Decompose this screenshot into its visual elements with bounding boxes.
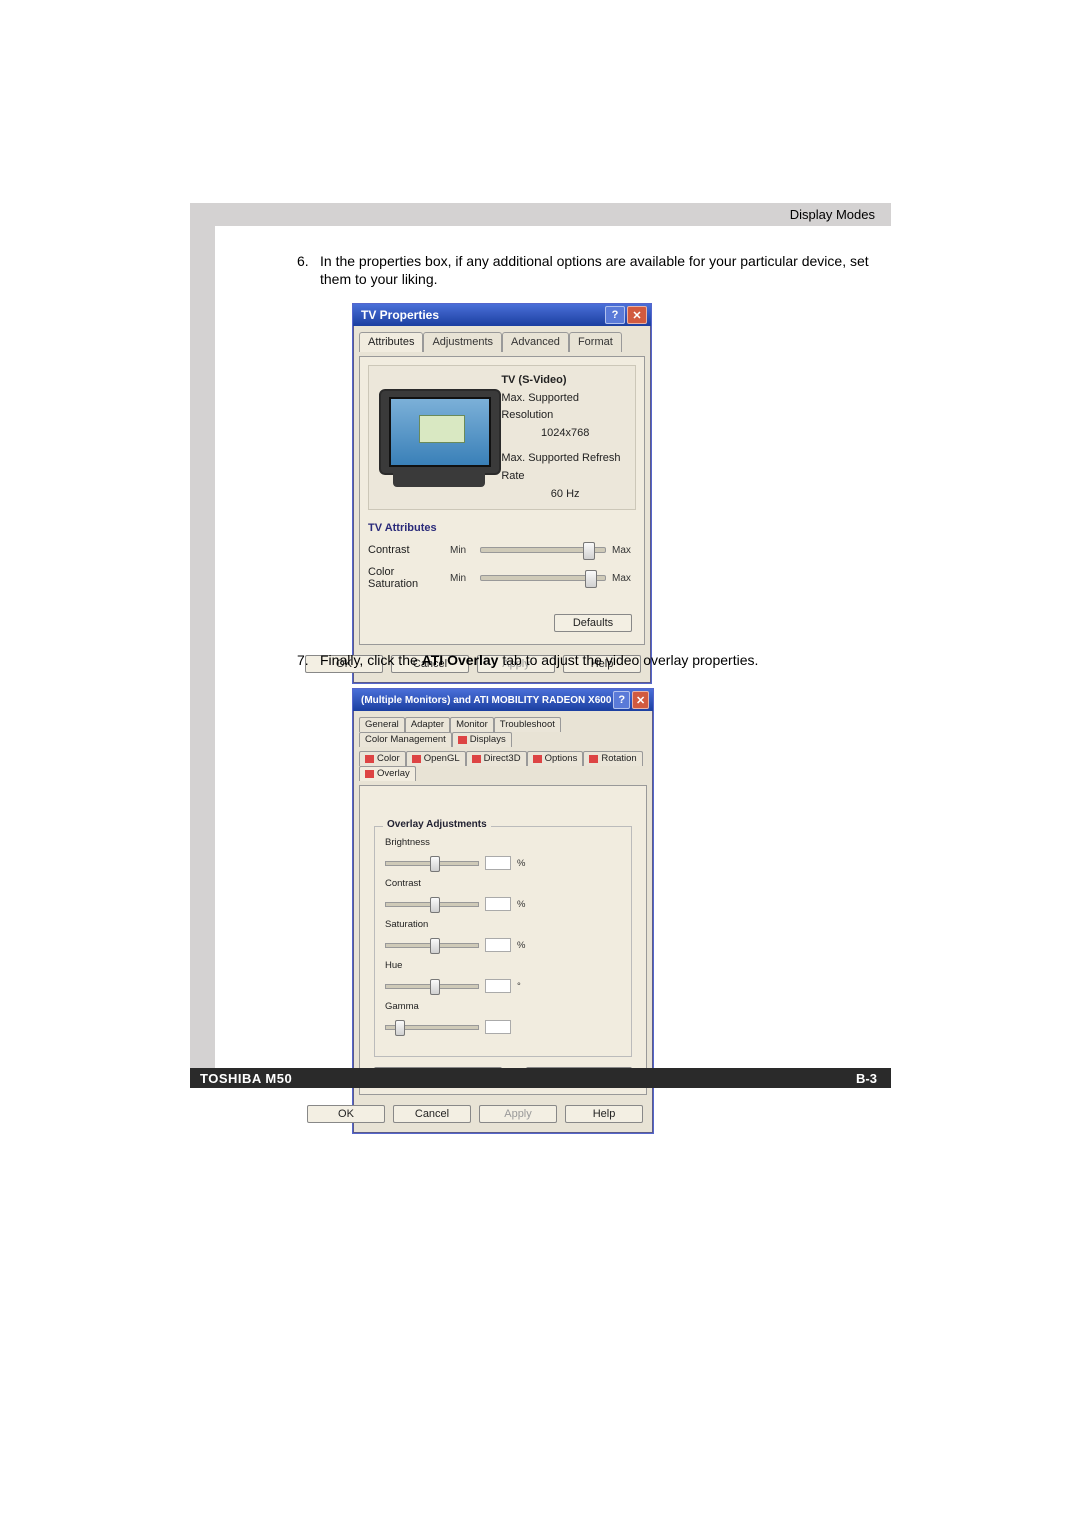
ati-titlebar[interactable]: (Multiple Monitors) and ATI MOBILITY RAD… xyxy=(353,689,653,711)
max-refresh-label: Max. Supported Refresh Rate xyxy=(501,450,629,485)
saturation-label: Color Saturation xyxy=(368,566,444,590)
tv-attributes-section-label: TV Attributes xyxy=(368,522,636,534)
tab-format[interactable]: Format xyxy=(569,332,622,352)
contrast-slider[interactable] xyxy=(480,547,606,553)
ati-help-button[interactable]: Help xyxy=(565,1105,643,1123)
step7-prefix: Finally, click the xyxy=(320,652,422,668)
step6-text: In the properties box, if any additional… xyxy=(320,253,880,288)
hue-value[interactable] xyxy=(485,979,511,993)
hue-unit: ° xyxy=(517,981,525,992)
help-icon[interactable]: ? xyxy=(613,691,630,709)
help-icon[interactable]: ? xyxy=(605,306,625,324)
ati-logo-icon xyxy=(365,770,374,778)
tab-direct3d[interactable]: Direct3D xyxy=(466,751,527,766)
left-gutter xyxy=(190,203,215,1088)
tv-monitor-icon xyxy=(375,387,487,489)
brightness-label: Brightness xyxy=(385,837,435,848)
hue-row: Hue ° xyxy=(385,960,621,993)
tab-options[interactable]: Options xyxy=(527,751,584,766)
tab-troubleshoot[interactable]: Troubleshoot xyxy=(494,717,561,732)
brightness-unit: % xyxy=(517,858,525,869)
ati-apply-button[interactable]: Apply xyxy=(479,1105,557,1123)
ati-tabs-row2: Color OpenGL Direct3D Options Rotation O… xyxy=(359,751,647,781)
step7-text: Finally, click the ATI Overlay tab to ad… xyxy=(320,652,880,670)
tab-advanced[interactable]: Advanced xyxy=(502,332,569,352)
step7-bold: ATI Overlay xyxy=(422,652,499,668)
tab-rotation[interactable]: Rotation xyxy=(583,751,642,766)
overlay-contrast-value[interactable] xyxy=(485,897,511,911)
overlay-saturation-row: Saturation % xyxy=(385,919,621,952)
contrast-min: Min xyxy=(450,545,474,556)
tab-general[interactable]: General xyxy=(359,717,405,732)
hue-label: Hue xyxy=(385,960,435,971)
overlay-saturation-unit: % xyxy=(517,940,525,951)
saturation-min: Min xyxy=(450,573,474,584)
contrast-max: Max xyxy=(612,545,636,556)
footer-model: TOSHIBA M50 xyxy=(200,1071,292,1086)
tv-connector-label: TV (S-Video) xyxy=(501,372,629,390)
ati-logo-icon xyxy=(589,755,598,763)
gamma-slider[interactable] xyxy=(385,1025,479,1030)
ati-title: (Multiple Monitors) and ATI MOBILITY RAD… xyxy=(361,695,611,706)
section-header: Display Modes xyxy=(215,203,891,226)
overlay-saturation-slider[interactable] xyxy=(385,943,479,948)
step6-number: 6. xyxy=(297,253,309,269)
brightness-value[interactable] xyxy=(485,856,511,870)
ati-logo-icon xyxy=(533,755,542,763)
contrast-label: Contrast xyxy=(368,544,444,556)
close-icon[interactable]: ✕ xyxy=(632,691,649,709)
close-icon[interactable]: ✕ xyxy=(627,306,647,324)
brightness-row: Brightness % xyxy=(385,837,621,870)
step7-suffix: tab to adjust the video overlay properti… xyxy=(498,652,758,668)
ati-cancel-button[interactable]: Cancel xyxy=(393,1105,471,1123)
overlay-contrast-label: Contrast xyxy=(385,878,435,889)
overlay-adjustments-legend: Overlay Adjustments xyxy=(383,819,491,830)
contrast-row: Contrast Min Max xyxy=(368,544,636,556)
ati-logo-icon xyxy=(412,755,421,763)
page-footer: TOSHIBA M50 B-3 xyxy=(190,1068,891,1088)
overlay-contrast-unit: % xyxy=(517,899,525,910)
max-resolution-value: 1024x768 xyxy=(501,425,629,443)
gamma-value[interactable] xyxy=(485,1020,511,1034)
saturation-max: Max xyxy=(612,573,636,584)
saturation-row: Color Saturation Min Max xyxy=(368,566,636,590)
tab-adjustments[interactable]: Adjustments xyxy=(423,332,502,352)
gamma-label: Gamma xyxy=(385,1001,435,1012)
ati-tabs-row1: General Adapter Monitor Troubleshoot Col… xyxy=(359,717,647,747)
gamma-row: Gamma xyxy=(385,1001,621,1034)
saturation-slider[interactable] xyxy=(480,575,606,581)
tab-opengl[interactable]: OpenGL xyxy=(406,751,466,766)
defaults-button[interactable]: Defaults xyxy=(554,614,632,632)
hue-slider[interactable] xyxy=(385,984,479,989)
overlay-saturation-value[interactable] xyxy=(485,938,511,952)
section-title: Display Modes xyxy=(790,207,875,222)
max-refresh-value: 60 Hz xyxy=(501,486,629,504)
step7-number: 7. xyxy=(297,652,309,668)
ati-logo-icon xyxy=(472,755,481,763)
tab-attributes[interactable]: Attributes xyxy=(359,332,423,352)
ati-logo-icon xyxy=(458,736,467,744)
tab-displays[interactable]: Displays xyxy=(452,732,512,747)
tvprops-titlebar[interactable]: TV Properties ? ✕ xyxy=(353,304,651,326)
ati-logo-icon xyxy=(365,755,374,763)
tab-color[interactable]: Color xyxy=(359,751,406,766)
tv-info: TV (S-Video) Max. Supported Resolution 1… xyxy=(501,372,629,503)
tvprops-tabs: Attributes Adjustments Advanced Format xyxy=(359,332,645,352)
overlay-contrast-slider[interactable] xyxy=(385,902,479,907)
brightness-slider[interactable] xyxy=(385,861,479,866)
overlay-saturation-label: Saturation xyxy=(385,919,435,930)
tab-monitor[interactable]: Monitor xyxy=(450,717,494,732)
max-resolution-label: Max. Supported Resolution xyxy=(501,390,629,425)
tab-color-management[interactable]: Color Management xyxy=(359,732,452,747)
tab-overlay[interactable]: Overlay xyxy=(359,766,416,781)
ati-ok-button[interactable]: OK xyxy=(307,1105,385,1123)
tvprops-title: TV Properties xyxy=(361,308,439,322)
tab-adapter[interactable]: Adapter xyxy=(405,717,450,732)
footer-page: B-3 xyxy=(856,1071,877,1086)
overlay-contrast-row: Contrast % xyxy=(385,878,621,911)
